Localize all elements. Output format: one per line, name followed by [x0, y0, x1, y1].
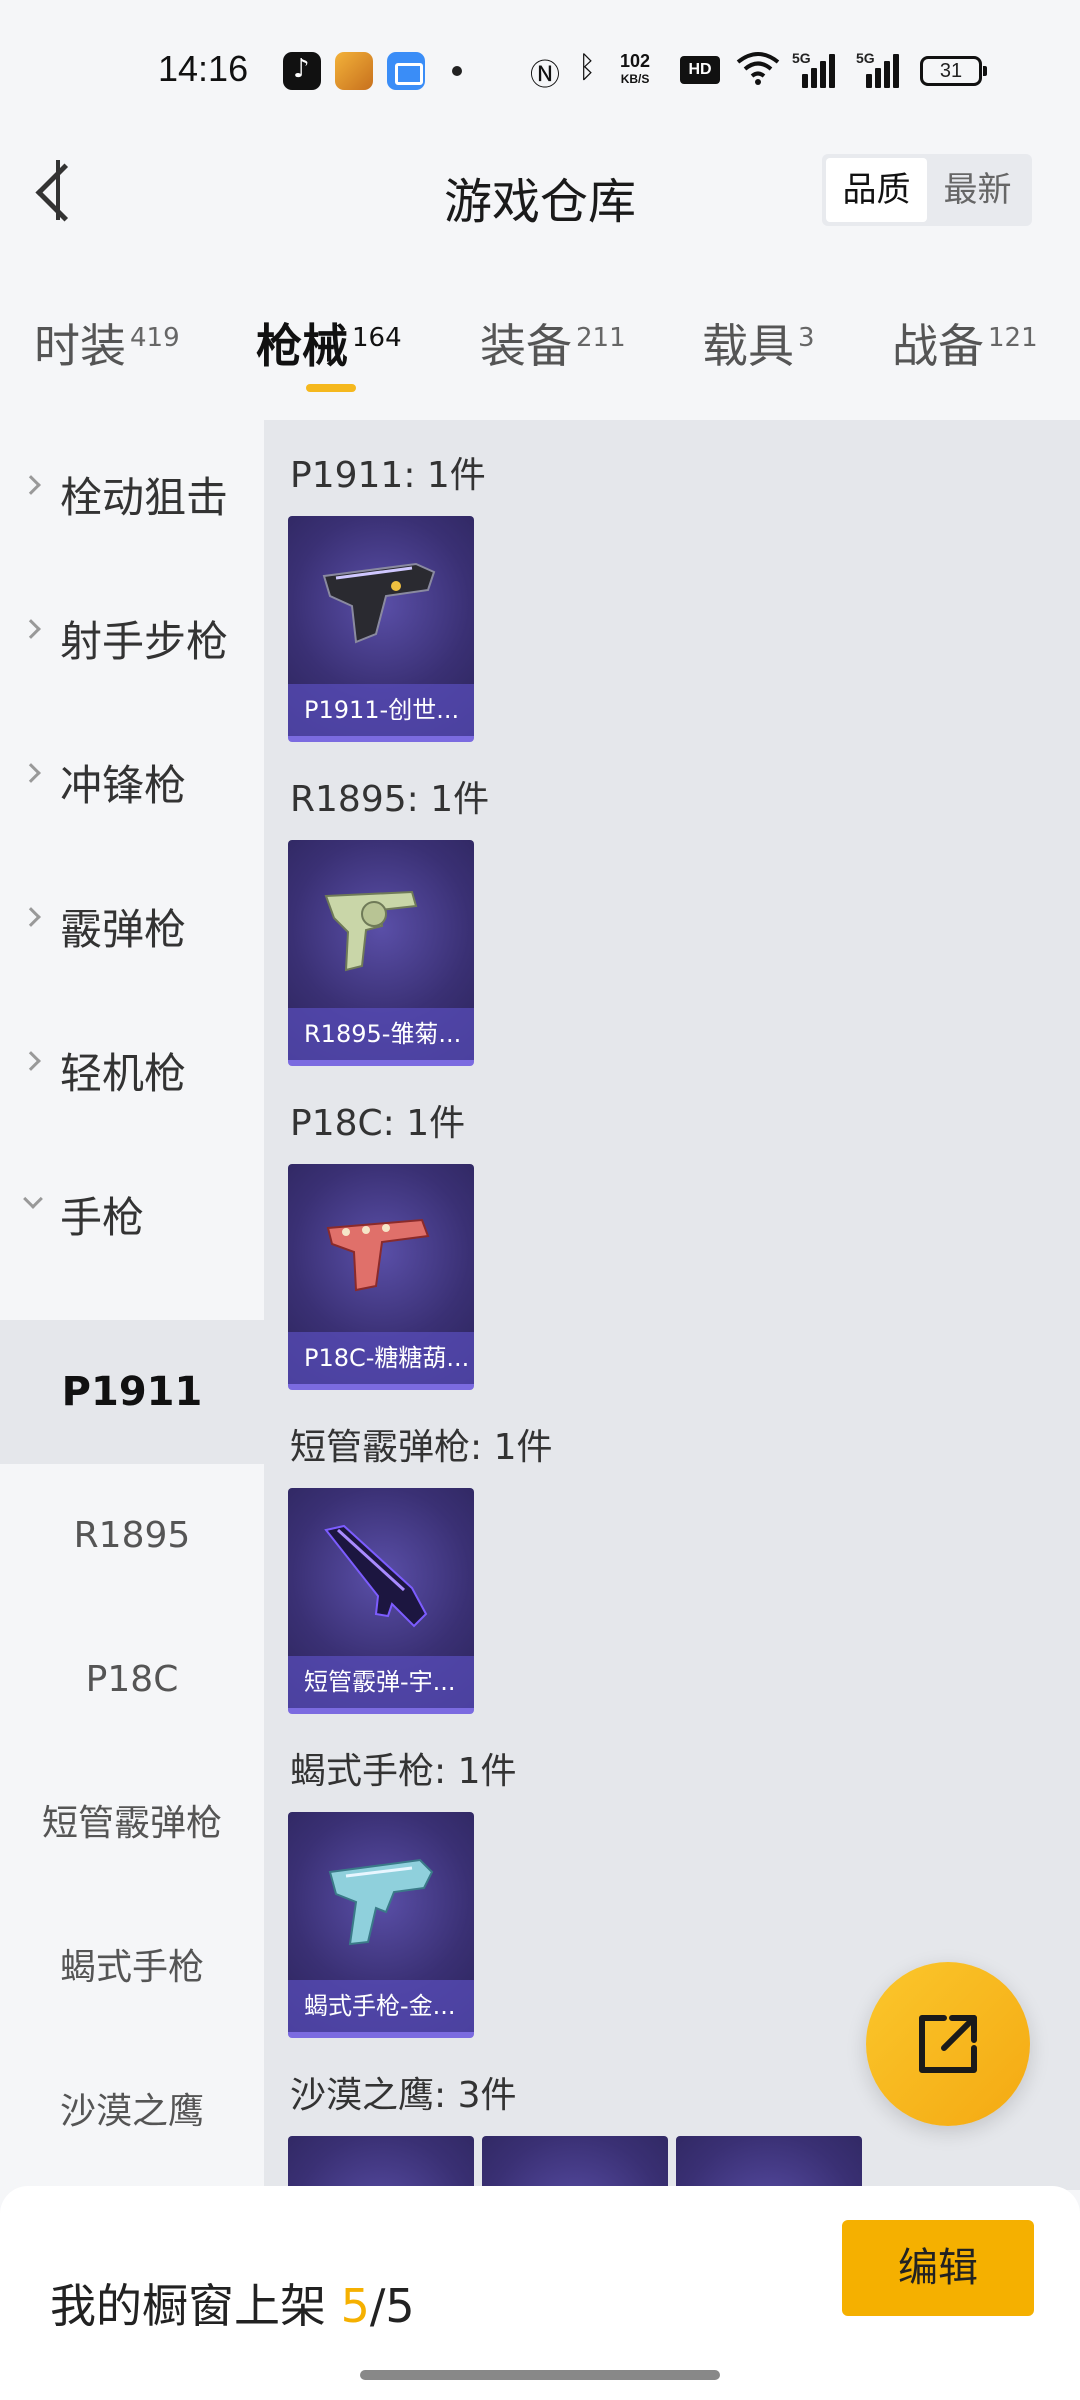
weapon-card[interactable]: R1895-雏菊...: [288, 840, 474, 1066]
tab-label: 载具: [702, 319, 794, 373]
weapon-card-label: 蝎式手枪-金...: [288, 1980, 474, 2032]
notification-dot-icon: [452, 66, 462, 76]
tab-label: 战备: [892, 319, 984, 373]
weapon-card-label: P1911-创世...: [288, 684, 474, 736]
sidebar-group-lmg[interactable]: 轻机枪: [0, 996, 264, 1140]
sidebar-group-pistol[interactable]: 手枪: [0, 1140, 264, 1284]
share-fab-button[interactable]: [866, 1962, 1030, 2126]
tab-equipment[interactable]: 装备 211: [480, 310, 626, 376]
active-tab-indicator: [306, 384, 356, 392]
sort-option-quality[interactable]: 品质: [826, 158, 927, 222]
sidebar-group-bolt-sniper[interactable]: 栓动狙击: [0, 420, 264, 564]
showcase-current-count: 5: [340, 2279, 370, 2333]
sidebar-group-shotgun[interactable]: 霰弹枪: [0, 852, 264, 996]
signal-5g-1-icon: 5G: [792, 50, 838, 88]
sort-toggle[interactable]: 品质 最新: [822, 154, 1032, 226]
tab-count: 121: [988, 322, 1038, 353]
share-icon: [919, 2015, 977, 2073]
sidebar-item-scorpion-pistol[interactable]: 蝎式手枪: [0, 1896, 264, 2040]
sort-option-latest[interactable]: 最新: [927, 158, 1028, 222]
showcase-status: 我的橱窗上架 5/5: [50, 2270, 415, 2336]
battery-indicator: 31: [920, 56, 987, 86]
sidebar-group-label: 手枪: [60, 1193, 145, 1242]
net-type-1: 5G: [792, 50, 811, 66]
smg-icon: [328, 1858, 434, 1946]
tab-supplies[interactable]: 战备 121: [892, 310, 1038, 376]
network-speed-value: 102: [620, 51, 651, 71]
weapon-card[interactable]: P1911-创世...: [288, 516, 474, 742]
weapon-card[interactable]: 蝎式手枪-金...: [288, 1812, 474, 2038]
shotgun-icon: [324, 1524, 428, 1628]
weapon-card[interactable]: [288, 2136, 474, 2190]
tab-count: 211: [576, 322, 626, 353]
tab-label: 装备: [480, 319, 572, 373]
signal-5g-2-icon: 5G: [856, 50, 902, 88]
sidebar-group-label: 栓动狙击: [60, 473, 229, 522]
bottom-bar: 我的橱窗上架 5/5 编辑: [0, 2186, 1080, 2400]
hd-badge: HD: [680, 56, 720, 84]
sidebar-item-short-shotgun[interactable]: 短管霰弹枪: [0, 1752, 264, 1896]
weapon-card-label: R1895-雏菊...: [288, 1008, 474, 1060]
revolver-icon: [324, 890, 418, 972]
chevron-down-icon: [23, 1189, 43, 1209]
weapon-list: P1911: 1件 P1911-创世... R1895: 1件 R1895-雏菊…: [264, 420, 1080, 2190]
bluetooth-icon: ᛒ: [578, 50, 596, 85]
section-title: P18C: 1件: [290, 1103, 466, 1144]
home-indicator[interactable]: [360, 2370, 720, 2380]
tab-label: 枪械: [256, 319, 348, 373]
nfc-icon: Ⓝ: [530, 58, 560, 93]
chevron-right-icon: [21, 907, 41, 927]
chevron-right-icon: [21, 619, 41, 639]
tab-count: 164: [352, 322, 402, 353]
showcase-label: 我的橱窗上架: [50, 2279, 341, 2333]
tab-firearms[interactable]: 枪械 164: [256, 310, 402, 376]
status-bar: 14:16 Ⓝ ᛒ 102 KB/S HD 5G 5G 31: [0, 0, 1080, 110]
sidebar-item-r1895[interactable]: R1895: [0, 1464, 264, 1608]
section-title: 沙漠之鹰: 3件: [290, 2075, 517, 2116]
weapon-card-label: 短管霰弹-宇...: [288, 1656, 474, 1708]
tab-vehicles[interactable]: 载具 3: [702, 310, 815, 376]
weapon-card[interactable]: 短管霰弹-宇...: [288, 1488, 474, 1714]
chevron-right-icon: [21, 475, 41, 495]
sidebar-group-smg[interactable]: 冲锋枪: [0, 708, 264, 852]
chevron-right-icon: [21, 1051, 41, 1071]
weapon-card[interactable]: P18C-糖糖葫...: [288, 1164, 474, 1390]
edit-button[interactable]: 编辑: [842, 2220, 1034, 2316]
section-title: 蝎式手枪: 1件: [290, 1751, 517, 1792]
section-title: R1895: 1件: [290, 779, 490, 820]
tab-count: 3: [798, 322, 815, 353]
net-type-2: 5G: [856, 50, 875, 66]
section-title: 短管霰弹枪: 1件: [290, 1427, 553, 1468]
sidebar-group-label: 冲锋枪: [60, 761, 187, 810]
tab-label: 时装: [34, 319, 126, 373]
category-tabs: 时装 419 枪械 164 装备 211 载具 3 战备 121: [0, 290, 1080, 420]
screen-app-icon: [387, 52, 425, 90]
network-speed: 102 KB/S: [620, 52, 650, 88]
game-app-icon: [335, 52, 373, 90]
sidebar-item-desert-eagle[interactable]: 沙漠之鹰: [0, 2040, 264, 2184]
section-title: P1911: 1件: [290, 455, 486, 496]
tab-count: 419: [130, 322, 180, 353]
wifi-icon: [736, 50, 780, 94]
tiktok-app-icon: [283, 52, 321, 90]
pistol-dark-icon: [322, 562, 436, 644]
chevron-right-icon: [21, 763, 41, 783]
tab-fashion[interactable]: 时装 419: [34, 310, 180, 376]
weapon-card[interactable]: [482, 2136, 668, 2190]
header: 游戏仓库 品质 最新: [0, 110, 1080, 270]
sidebar-group-marksman-rifle[interactable]: 射手步枪: [0, 564, 264, 708]
showcase-total-count: /5: [369, 2279, 415, 2333]
sidebar-item-p18c[interactable]: P18C: [0, 1608, 264, 1752]
sidebar-item-p1911[interactable]: P1911: [0, 1320, 264, 1464]
sidebar-group-label: 射手步枪: [60, 617, 229, 666]
weapon-card[interactable]: [676, 2136, 862, 2190]
network-speed-unit: KB/S: [620, 72, 650, 86]
weapon-category-sidebar: 栓动狙击 射手步枪 冲锋枪 霰弹枪 轻机枪 手枪 P1911 R1895 P18…: [0, 420, 264, 2190]
sidebar-group-label: 霰弹枪: [60, 905, 187, 954]
weapon-card-label: P18C-糖糖葫...: [288, 1332, 474, 1384]
status-time: 14:16: [158, 48, 249, 89]
sidebar-group-label: 轻机枪: [60, 1049, 187, 1098]
pistol-red-icon: [326, 1218, 430, 1292]
